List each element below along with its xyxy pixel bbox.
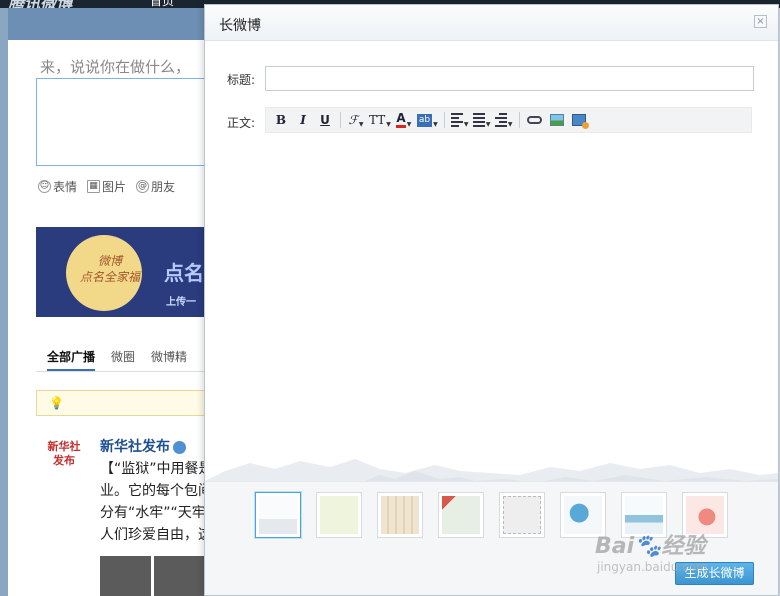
body-editor[interactable] xyxy=(265,135,752,445)
tab-featured[interactable]: 微博精 xyxy=(151,346,187,371)
template-postage[interactable] xyxy=(499,492,545,538)
at-icon: @ xyxy=(136,180,150,193)
font-color-button[interactable]: A ▼ xyxy=(395,111,413,129)
template-beige-pattern[interactable] xyxy=(377,492,423,538)
bullet-list-icon xyxy=(472,113,485,127)
lightbulb-icon: 💡 xyxy=(49,396,64,410)
hint-bar: 💡 xyxy=(36,390,204,416)
compose-textarea[interactable] xyxy=(36,78,208,166)
post-author[interactable]: 新华社发布 xyxy=(100,436,186,456)
at-tool-label: 朋友 xyxy=(151,180,176,194)
nav-home-link[interactable]: 首页 xyxy=(150,0,174,8)
page-left-edge xyxy=(0,8,8,596)
baidu-watermark-url: jingyan.baidu.com xyxy=(597,560,708,574)
body-label: 正文: xyxy=(227,116,256,130)
emoji-tool-label: 表情 xyxy=(53,180,78,194)
compose-prompt: 来，说说你在做什么， xyxy=(40,58,191,76)
title-label: 标题: xyxy=(227,73,256,87)
tab-all-broadcasts[interactable]: 全部广播 xyxy=(47,346,96,371)
verified-icon xyxy=(173,440,186,454)
at-friend-tool[interactable]: @ 朋友 xyxy=(136,178,175,195)
list-button[interactable]: ▼ xyxy=(472,111,491,129)
template-plain[interactable] xyxy=(255,492,301,538)
mountain-decoration xyxy=(205,459,778,485)
image-icon xyxy=(549,114,564,126)
align-button[interactable]: ▼ xyxy=(450,111,469,129)
link-icon xyxy=(527,116,543,124)
template-red-stripe[interactable] xyxy=(438,492,484,538)
font-family-button[interactable]: ℱ ▼ xyxy=(347,111,365,129)
dialog-header: 长微博 × xyxy=(205,5,778,41)
feed-tabs: 全部广播 微圈 微博精 xyxy=(36,346,204,372)
promo-banner[interactable]: 微博 点名全家福 点名 上传一 xyxy=(36,227,204,317)
insert-link-button[interactable] xyxy=(526,111,544,129)
close-icon[interactable]: × xyxy=(754,15,767,28)
dialog-title: 长微博 xyxy=(219,18,261,34)
long-weibo-dialog: 长微博 × 标题: 正文: B I U ℱ ▼ TT ▼ A ▼ ab ▼ ▼ ▼ ▼ xyxy=(204,4,779,596)
underline-button[interactable]: U xyxy=(316,111,334,129)
font-size-button[interactable]: TT ▼ xyxy=(369,111,391,129)
xinhua-avatar[interactable]: 新华社 发布 xyxy=(36,440,92,484)
toolbar-divider xyxy=(340,112,341,128)
video-icon xyxy=(571,114,589,129)
post-thumbnails[interactable] xyxy=(100,556,204,596)
emoji-tool[interactable]: ☺ 表情 xyxy=(38,178,77,195)
baidu-watermark: Bai🐾经验 xyxy=(595,534,706,559)
insert-image-button[interactable] xyxy=(548,111,566,129)
compose-tools: ☺ 表情 ▦ 图片 @ 朋友 xyxy=(38,178,175,195)
title-input[interactable] xyxy=(265,66,754,91)
highlight-button[interactable]: ab ▼ xyxy=(416,111,438,129)
indent-icon xyxy=(494,113,507,127)
align-left-icon xyxy=(450,113,463,127)
editor-toolbar: B I U ℱ ▼ TT ▼ A ▼ ab ▼ ▼ ▼ ▼ xyxy=(265,107,752,133)
tab-circles[interactable]: 微圈 xyxy=(111,346,135,371)
bold-button[interactable]: B xyxy=(272,111,290,129)
post-text: 【“监狱”中用餐是 业。它的每个包间 分有“水牢”“天牢 人们珍爱自由，这 xyxy=(100,461,205,543)
emoji-icon: ☺ xyxy=(38,180,51,193)
template-green-flower[interactable] xyxy=(316,492,362,538)
font-size-icon: TT xyxy=(369,113,386,127)
indent-button[interactable]: ▼ xyxy=(494,111,513,129)
banner-moon-text: 微博 点名全家福 xyxy=(80,254,141,284)
image-icon: ▦ xyxy=(87,180,101,193)
banner-side-sub: 上传一 xyxy=(166,297,196,308)
font-family-icon: ℱ xyxy=(348,113,358,127)
brand-logo[interactable]: 腾讯微博 xyxy=(8,0,72,8)
toolbar-divider xyxy=(443,112,445,128)
highlight-icon: ab xyxy=(416,113,433,127)
toolbar-divider xyxy=(518,112,520,128)
font-color-icon: A xyxy=(396,112,406,128)
image-tool-label: 图片 xyxy=(102,180,127,194)
italic-button[interactable]: I xyxy=(294,111,312,129)
image-tool[interactable]: ▦ 图片 xyxy=(87,178,126,195)
banner-side-text: 点名 xyxy=(164,261,204,285)
insert-video-button[interactable] xyxy=(570,111,589,129)
